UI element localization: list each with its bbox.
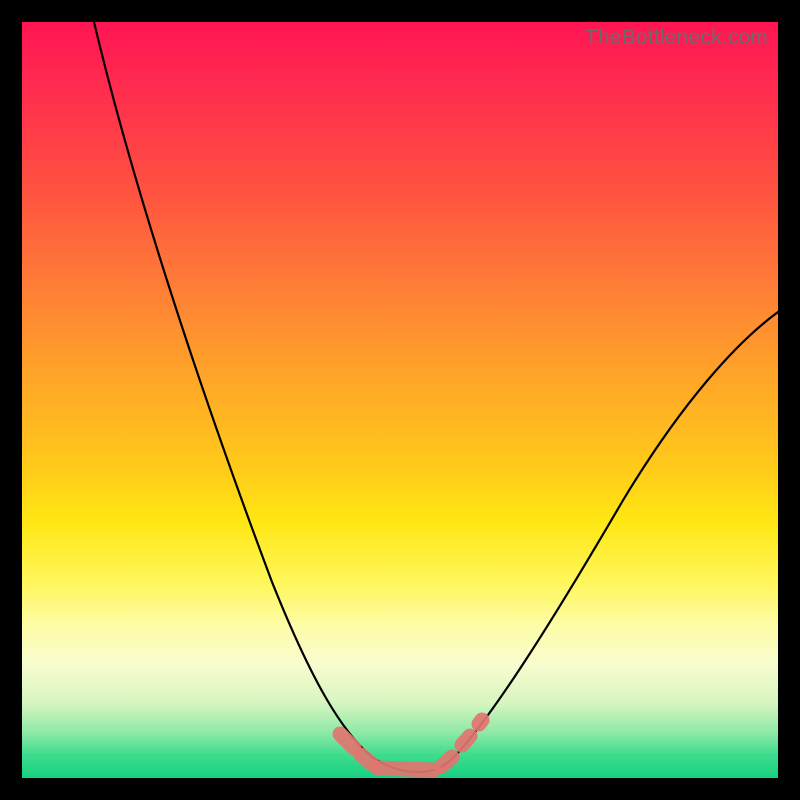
optimal-band	[340, 720, 482, 770]
chart-svg	[22, 22, 778, 778]
chart-frame: TheBottleneck.com	[0, 0, 800, 800]
bottleneck-curve	[94, 22, 778, 772]
plot-area: TheBottleneck.com	[22, 22, 778, 778]
